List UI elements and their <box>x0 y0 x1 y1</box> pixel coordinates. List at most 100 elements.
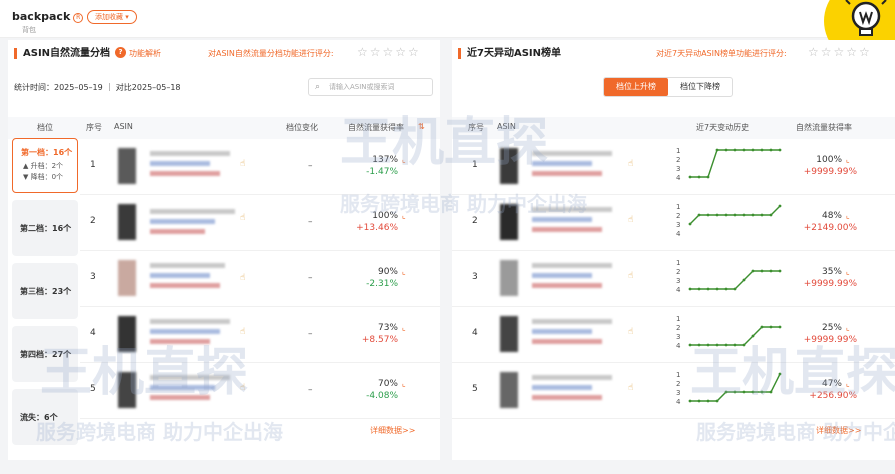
trend-icon[interactable]: ⌞ <box>846 267 850 276</box>
asin-text-blurred <box>150 385 215 390</box>
asin-text-blurred <box>532 395 602 400</box>
tier-3-button[interactable]: 第三档：23个 <box>12 263 78 319</box>
ranking-row[interactable]: 3 ☝ 35% ⌞ +9999.99% 1 2 3 4 <box>452 251 895 307</box>
traffic-change: +9999.99% <box>803 335 857 345</box>
tier-lost-button[interactable]: 流失：6个 <box>12 389 78 445</box>
rank-history-chart[interactable]: 1234 <box>674 201 784 241</box>
trend-icon[interactable]: ⌞ <box>402 155 406 164</box>
rank-history-point <box>742 278 746 282</box>
trend-icon[interactable]: ⌞ <box>402 211 406 220</box>
product-thumbnail[interactable] <box>118 260 136 296</box>
left-rating-stars[interactable]: ☆☆☆☆☆ <box>357 45 421 59</box>
traffic-rate: 73% <box>377 323 398 333</box>
rank-history-chart[interactable]: 1234 <box>674 257 784 297</box>
trend-icon[interactable]: ⌞ <box>402 267 406 276</box>
table-row[interactable]: 5 ☝ – 70% ⌞ -4.08% <box>80 363 440 419</box>
ranking-row[interactable]: 1 ☝ 100% ⌞ +9999.99% 1 2 3 4 <box>452 139 895 195</box>
y-tick-label: 1 <box>676 147 680 155</box>
rank-history-chart[interactable]: 1234 <box>674 145 784 185</box>
right-rating-stars[interactable]: ☆☆☆☆☆ <box>808 45 872 59</box>
product-thumbnail[interactable] <box>118 316 136 352</box>
left-table-header: 档位 序号 ASIN 档位变化 自然流量获得率 ⇅ <box>8 117 440 139</box>
rank-history-point <box>751 334 755 338</box>
asin-text-blurred <box>150 209 235 214</box>
rank-history-chart[interactable]: 1234 <box>674 369 784 409</box>
traffic-rate: 100% <box>372 211 398 221</box>
hand-icon[interactable]: ☝ <box>240 327 245 337</box>
tier-2-label: 第二档：16个 <box>20 224 72 233</box>
hand-icon[interactable]: ☝ <box>240 159 245 169</box>
add-favorite-button[interactable]: 添加收藏 ▾ <box>87 10 137 24</box>
asin-search-input[interactable]: ⌕ 请输入ASIN或搜索词 <box>308 78 433 96</box>
product-thumbnail[interactable] <box>500 316 518 352</box>
table-row[interactable]: 1 ☝ – 137% ⌞ -1.47% <box>80 139 440 195</box>
hand-icon[interactable]: ☝ <box>240 273 245 283</box>
left-more-link[interactable]: 详细数据>> <box>370 425 415 436</box>
product-thumbnail[interactable] <box>500 372 518 408</box>
asin-text-blurred <box>532 217 592 222</box>
hand-icon[interactable]: ☝ <box>628 327 633 337</box>
tier-2-button[interactable]: 第二档：16个 <box>12 200 78 256</box>
row-index: 3 <box>90 272 96 282</box>
trend-icon[interactable]: ⌞ <box>846 323 850 332</box>
traffic-change: +2149.00% <box>803 223 857 233</box>
y-tick-label: 3 <box>676 221 680 229</box>
right-more-link[interactable]: 详细数据>> <box>816 425 861 436</box>
hand-icon[interactable]: ☝ <box>240 213 245 223</box>
help-icon[interactable]: ? <box>115 47 126 58</box>
rank-history-point <box>760 148 764 152</box>
rank-history-point <box>715 213 719 217</box>
rank-history-point <box>697 213 701 217</box>
col-tier: 档位 <box>37 123 53 132</box>
rank-history-point <box>715 343 719 347</box>
tier-4-button[interactable]: 第四档：27个 <box>12 326 78 382</box>
ranking-row[interactable]: 4 ☝ 25% ⌞ +9999.99% 1 2 3 4 <box>452 307 895 363</box>
product-thumbnail[interactable] <box>500 260 518 296</box>
rank-history-point <box>751 213 755 217</box>
rank-history-point <box>769 325 773 329</box>
tab-rank-up[interactable]: 档位上升榜 <box>604 78 668 96</box>
hand-icon[interactable]: ☝ <box>628 215 633 225</box>
ranking-row[interactable]: 2 ☝ 48% ⌞ +2149.00% 1 2 3 4 <box>452 195 895 251</box>
tier-3-label: 第三档：23个 <box>20 287 72 296</box>
trend-icon[interactable]: ⌞ <box>846 211 850 220</box>
hand-icon[interactable]: ☝ <box>240 383 245 393</box>
traffic-change: -4.08% <box>366 391 398 401</box>
trend-icon[interactable]: ⌞ <box>402 379 406 388</box>
rank-history-line <box>690 373 781 402</box>
tab-rank-down[interactable]: 档位下降榜 <box>668 78 732 96</box>
table-row[interactable]: 3 ☝ – 90% ⌞ -2.31% <box>80 251 440 307</box>
trend-icon[interactable]: ⌞ <box>846 155 850 164</box>
trend-icon[interactable]: ⌞ <box>402 323 406 332</box>
traffic-rate: 35% <box>821 267 842 277</box>
product-thumbnail[interactable] <box>500 148 518 184</box>
product-thumbnail[interactable] <box>118 204 136 240</box>
rank-history-point <box>688 399 692 403</box>
right-panel-title: 近7天异动ASIN榜单 <box>458 48 561 59</box>
y-tick-label: 4 <box>676 398 681 406</box>
rank-history-point <box>724 148 728 152</box>
asin-text-blurred <box>150 229 205 234</box>
product-thumbnail[interactable] <box>118 148 136 184</box>
left-panel-title: ASIN自然流量分档 <box>14 48 110 59</box>
table-row[interactable]: 2 ☝ – 100% ⌞ +13.46% <box>80 195 440 251</box>
feature-help-link[interactable]: 功能解析 <box>129 48 161 59</box>
rank-history-chart[interactable]: 1234 <box>674 313 784 353</box>
abnormal-asin-ranking-panel: 近7天异动ASIN榜单 对近7天异动ASIN榜单功能进行评分: ☆☆☆☆☆ 档位… <box>452 40 895 460</box>
product-thumbnail[interactable] <box>118 372 136 408</box>
trend-icon[interactable]: ⌞ <box>846 379 850 388</box>
rank-history-point <box>742 343 746 347</box>
table-row[interactable]: 4 ☝ – 73% ⌞ +8.57% <box>80 307 440 363</box>
rank-history-point <box>715 287 719 291</box>
hand-icon[interactable]: ☝ <box>628 271 633 281</box>
product-thumbnail[interactable] <box>500 204 518 240</box>
y-tick-label: 2 <box>676 268 680 276</box>
asin-text-blurred <box>532 329 592 334</box>
right-table-header: 序号 ASIN 近7天变动历史 自然流量获得率 <box>452 117 895 139</box>
ranking-row[interactable]: 5 ☝ 47% ⌞ +256.90% 1 2 3 4 <box>452 363 895 419</box>
hand-icon[interactable]: ☝ <box>628 159 633 169</box>
tier-1-button[interactable]: 第一档：16个 ▲ 升档：2个 ▼ 降档：0个 <box>12 138 78 193</box>
hand-icon[interactable]: ☝ <box>628 383 633 393</box>
sort-icon[interactable]: ⇅ <box>418 122 425 131</box>
y-tick-label: 2 <box>676 156 680 164</box>
